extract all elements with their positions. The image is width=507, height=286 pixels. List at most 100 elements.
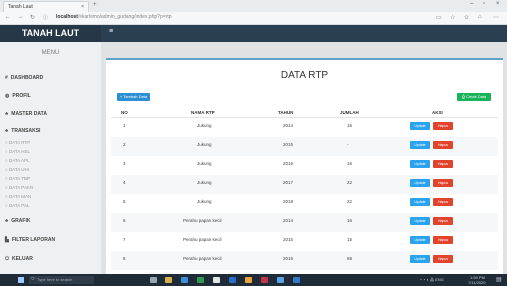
add-data-button[interactable]: + Tambah Data — [117, 93, 150, 101]
delete-button[interactable]: Hapus — [433, 141, 453, 149]
sidebar-item-transaksi[interactable]: ♣ TRANSAKSI — [5, 128, 40, 134]
word-icon[interactable] — [229, 277, 236, 283]
sidebar-menu-title: MENU — [41, 50, 60, 56]
sidebar-item-label: DASHBOARD — [10, 75, 44, 81]
app-brand[interactable]: TANAH LAUT — [0, 25, 101, 42]
profile-icon: ◍ — [5, 93, 10, 99]
table-row: 2 Jukung 2015 - Update Hapus — [111, 137, 498, 156]
more-icon[interactable]: ⋯ — [493, 14, 499, 21]
sidebar-item-keluar[interactable]: ⏻ KELUAR — [5, 256, 33, 262]
chrome-icon[interactable] — [245, 277, 252, 283]
sidebar-item-dashboard[interactable]: # DASHBOARD — [5, 75, 43, 81]
excel-icon[interactable] — [197, 277, 204, 283]
cell-no: 2 — [123, 142, 126, 147]
update-button[interactable]: Update — [410, 179, 430, 187]
cell-jumlah: 16 — [347, 218, 353, 223]
browser-tab[interactable]: Tanah Laut × — [3, 1, 89, 12]
cell-nama: Perahu papan kecil — [183, 218, 222, 223]
column-header-jumlah: JUMLAH — [340, 110, 359, 115]
delete-button[interactable]: Hapus — [433, 198, 453, 206]
update-button[interactable]: Update — [410, 236, 430, 244]
sidebar-item-label: TRANSAKSI — [11, 128, 41, 134]
cell-nama: Jukung — [197, 199, 212, 204]
sidebar-subitem-data-uhi[interactable]: ○ DATA UHI — [5, 167, 29, 172]
task-view-icon[interactable] — [150, 277, 157, 283]
url-host: localhost — [56, 14, 78, 20]
print-data-button[interactable]: ⎙ Cetak Data — [457, 93, 491, 101]
cell-jumlah: - — [347, 142, 349, 147]
maximize-icon[interactable]: ▫ — [483, 1, 485, 7]
cell-tahun: 2017 — [283, 180, 294, 185]
cell-no: 5 — [123, 199, 126, 204]
main-content: DATA RTP + Tambah Data ⎙ Cetak Data NO N… — [101, 42, 507, 278]
column-header-nama-rtp: NAMA RTP — [191, 110, 215, 115]
sidebar-subitem-data-pakn[interactable]: ○ DATA PAKN — [5, 185, 33, 190]
cell-jumlah: 69 — [347, 256, 353, 261]
windows-start-icon[interactable] — [18, 277, 24, 283]
delete-button[interactable]: Hapus — [433, 160, 453, 168]
taskbar-search-input[interactable]: Type here to search — [29, 276, 94, 284]
sidebar-item-master-data[interactable]: ♣ MASTER DATA — [5, 111, 47, 117]
reload-icon[interactable]: ↻ — [30, 14, 35, 21]
mail-icon[interactable] — [277, 277, 284, 283]
cell-jumlah: 16 — [347, 123, 353, 128]
page-title: DATA RTP — [280, 70, 329, 81]
sidebar-subitem-data-man[interactable]: ○ DATA MAN — [5, 194, 31, 199]
app-icon-2[interactable] — [293, 277, 300, 283]
back-icon[interactable]: ← — [5, 14, 11, 20]
update-button[interactable]: Update — [410, 122, 430, 130]
update-button[interactable]: Update — [410, 255, 430, 263]
system-tray-icons[interactable]: ^ ◔ ◖ ⁂ ENG — [420, 277, 444, 282]
app-icon[interactable] — [261, 277, 268, 283]
data-card: DATA RTP + Tambah Data ⎙ Cetak Data NO N… — [106, 58, 503, 278]
reading-view-icon[interactable]: ▭ — [436, 14, 442, 21]
favorite-star-icon[interactable]: ☆ — [450, 14, 455, 21]
cell-no: 3 — [123, 161, 126, 166]
forward-icon[interactable]: → — [17, 14, 23, 20]
delete-button[interactable]: Hapus — [433, 217, 453, 225]
update-button[interactable]: Update — [410, 198, 430, 206]
url-field[interactable]: localhost/skarlomo/admin_gudang/index.ph… — [56, 14, 172, 20]
new-tab-button[interactable]: + — [93, 2, 97, 8]
delete-button[interactable]: Hapus — [433, 179, 453, 187]
minimize-icon[interactable]: – — [470, 1, 473, 7]
transaksi-icon: ♣ — [5, 128, 9, 134]
sidebar-item-profil[interactable]: ◍ PROFIL — [5, 93, 31, 99]
sidebar-subitem-data-tbp[interactable]: ○ DATA TBP — [5, 176, 30, 181]
browser-tab-strip: Tanah Laut × + – ▫ × — [0, 0, 507, 12]
dashboard-icon: # — [5, 75, 8, 81]
store-icon[interactable] — [213, 277, 220, 283]
cell-nama: Perahu papan kecil — [183, 237, 222, 242]
clock-date[interactable]: 7/11/2020 — [468, 280, 486, 285]
cell-jumlah: 22 — [347, 199, 353, 204]
sidebar-subitem-data-rtp[interactable]: ○ DATA RTP — [5, 140, 30, 145]
favorites-icon[interactable]: ✩ — [464, 14, 469, 21]
file-explorer-icon[interactable] — [165, 277, 172, 283]
sidebar-subitem-data-apl[interactable]: ○ DATA APL — [5, 158, 30, 163]
master-data-icon: ♣ — [5, 111, 9, 117]
sidebar: MENU # DASHBOARD ◍ PROFIL ♣ MASTER DATA ♣ TR… — [0, 42, 101, 274]
delete-button[interactable]: Hapus — [433, 122, 453, 130]
notification-icon[interactable]: ▤ — [496, 276, 502, 283]
sidebar-item-grafik[interactable]: ♣ GRAFIK — [5, 218, 30, 224]
column-header-tahun: TAHUN — [278, 110, 294, 115]
edge-browser-icon[interactable] — [181, 277, 188, 283]
share-icon[interactable]: ⌂ — [478, 14, 482, 20]
menu-toggle-icon[interactable]: ≡ — [109, 28, 113, 35]
delete-button[interactable]: Hapus — [433, 255, 453, 263]
sidebar-subitem-data-hel[interactable]: ○ DATA HEL — [5, 149, 30, 154]
cell-no: 6 — [123, 218, 126, 223]
cell-nama: Jukung — [197, 180, 212, 185]
update-button[interactable]: Update — [410, 217, 430, 225]
window-close-icon[interactable]: × — [496, 1, 500, 7]
update-button[interactable]: Update — [410, 160, 430, 168]
search-icon: ○ — [31, 276, 35, 282]
delete-button[interactable]: Hapus — [433, 236, 453, 244]
table-row: 6 Perahu papan kecil 2014 16 Update Hapu… — [111, 213, 498, 232]
sidebar-subitem-data-pal[interactable]: ○ DATA PAL — [5, 203, 29, 208]
sidebar-item-filter-laporan[interactable]: ▙ FILTER LAPORAN — [5, 237, 55, 243]
update-button[interactable]: Update — [410, 141, 430, 149]
cell-no: 8 — [123, 256, 126, 261]
cell-nama: Jukung — [197, 123, 212, 128]
close-tab-icon[interactable]: × — [81, 4, 84, 10]
